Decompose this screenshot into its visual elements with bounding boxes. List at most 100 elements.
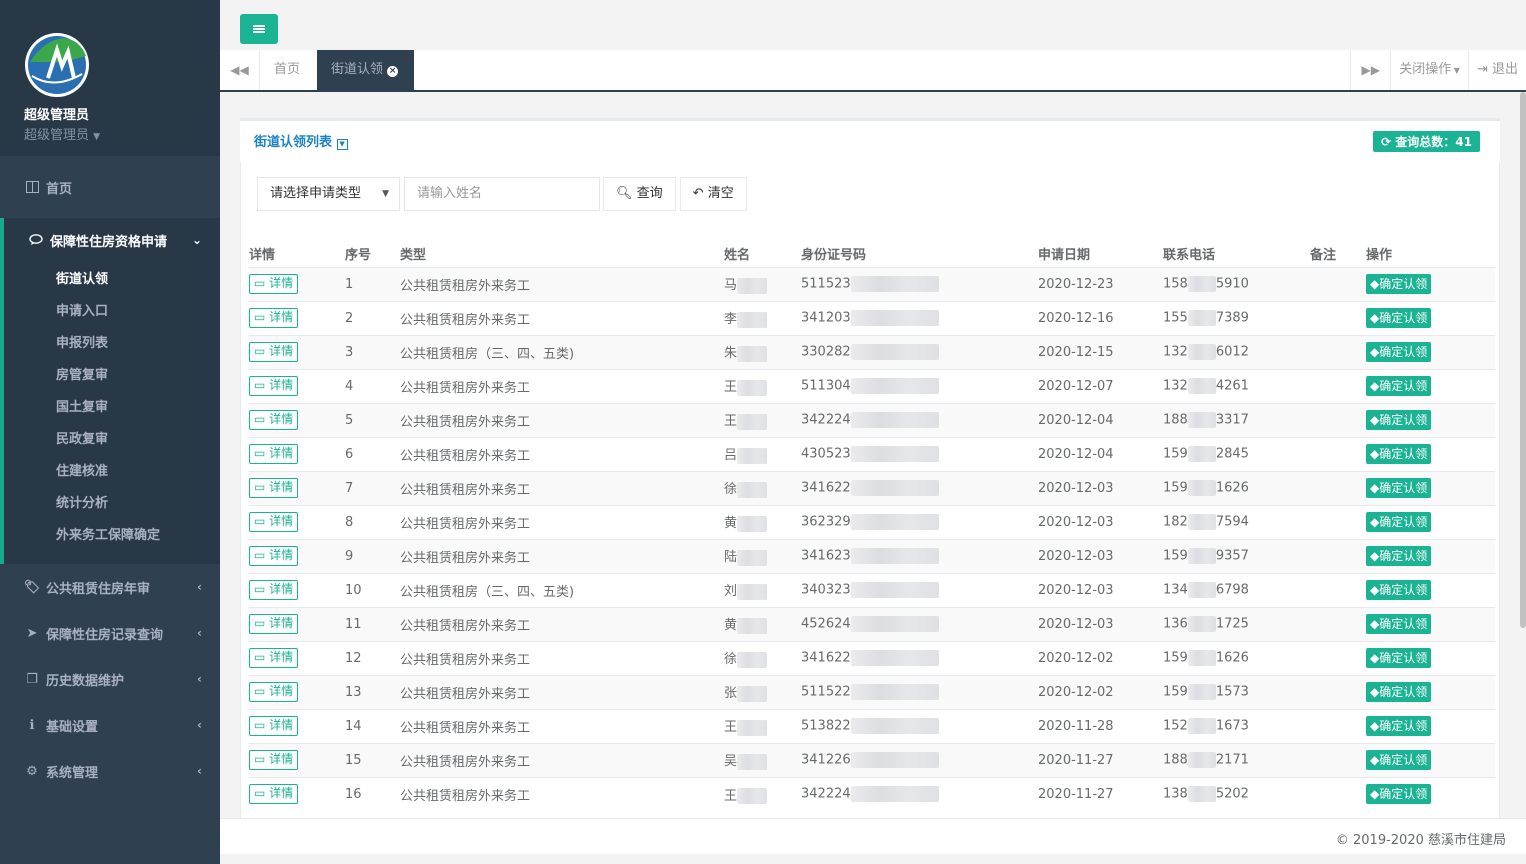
redacted-mask [737,753,768,770]
row-type: 公共租赁租房（三、四、五类) [400,572,724,607]
action-cell: ◆确定认领 [1366,402,1495,437]
confirm-claim-button[interactable]: ◆确定认领 [1366,648,1432,668]
sidebar-sub-item[interactable]: 民政复审 [4,424,220,456]
column-header: 操作 [1366,240,1495,268]
row-remark [1310,742,1366,777]
sidebar-group-label: 公共租赁住房年审 [46,581,151,597]
confirm-claim-button[interactable]: ◆确定认领 [1366,784,1432,805]
row-id: 341203 [801,310,851,326]
row-remark [1310,708,1366,743]
column-header: 姓名 [724,240,801,268]
redacted-mask [1187,718,1216,734]
detail-button[interactable]: ▭ 详情 [249,376,299,396]
sidebar-sub-item[interactable]: 国土复审 [4,392,220,424]
detail-button[interactable]: ▭ 详情 [249,478,299,498]
list-title: 街道认领列表 ▼ [254,131,348,150]
page-scrollbar[interactable] [1520,92,1526,628]
action-cell: ◆确定认领 [1366,606,1495,641]
detail-button[interactable]: ▭ 详情 [249,784,299,805]
redacted-mask [850,276,939,292]
detail-button[interactable]: ▭ 详情 [249,750,299,770]
detail-button[interactable]: ▭ 详情 [249,444,299,464]
sidebar-sub-item[interactable]: 申报列表 [4,328,220,360]
sidebar-sub-item[interactable]: 外来务工保障确定 [4,520,220,552]
confirm-claim-button[interactable]: ◆确定认领 [1366,444,1432,464]
row-phone-cell: 159 2845 [1163,436,1310,471]
tab-bar-right: ▶▶ 关闭操作 ▼ ⇥ 退出 [1350,50,1526,90]
confirm-claim-button[interactable]: ◆确定认领 [1366,682,1432,702]
row-id: 340323 [801,582,851,598]
close-icon[interactable]: × [387,66,399,77]
detail-button[interactable]: ▭ 详情 [249,512,299,532]
row-remark [1310,776,1366,811]
detail-button[interactable]: ▭ 详情 [249,648,299,668]
confirm-claim-button[interactable]: ◆确定认领 [1366,410,1432,430]
row-phone-suffix: 6012 [1215,344,1249,360]
name-search-input[interactable]: 请输入姓名 [404,177,600,211]
detail-button[interactable]: ▭ 详情 [249,614,299,634]
detail-label: 详情 [269,446,294,460]
column-header: 详情 [249,240,345,268]
confirm-claim-button[interactable]: ◆确定认领 [1366,308,1432,328]
confirm-claim-button[interactable]: ◆确定认领 [1366,376,1432,396]
application-type-select[interactable]: 请选择申请类型 ▼ [257,177,400,211]
column-header: 身份证号码 [801,240,1038,268]
logout-button[interactable]: ⇥ 退出 [1467,50,1526,90]
sidebar-sub-item[interactable]: 房管复审 [4,360,220,392]
detail-button[interactable]: ▭ 详情 [249,342,299,362]
row-id-cell: 342224 [801,776,1038,811]
confirm-claim-button[interactable]: ◆确定认领 [1366,512,1432,532]
detail-button[interactable]: ▭ 详情 [249,716,299,736]
sidebar-group-item[interactable]: 🏷︎ 公共租赁住房年审 ‹ [0,564,220,610]
confirm-claim-button[interactable]: ◆确定认领 [1366,478,1432,498]
confirm-claim-button[interactable]: ◆确定认领 [1366,274,1432,294]
redacted-mask [850,786,939,803]
sidebar-group-item[interactable]: ➤ 保障性住房记录查询 ‹ [0,610,220,656]
confirm-claim-button[interactable]: ◆确定认领 [1366,614,1432,634]
sidebar-group-item[interactable]: ❐ 历史数据维护 ‹ [0,656,220,702]
confirm-claim-button[interactable]: ◆确定认领 [1366,750,1432,770]
row-name: 徐 [724,652,738,668]
nav-home[interactable]: 首页 [0,156,220,218]
detail-button[interactable]: ▭ 详情 [249,274,299,294]
row-phone-cell: 159 1573 [1163,674,1310,709]
menu-toggle-button[interactable] [240,14,278,44]
profile-role-dropdown[interactable]: 超级管理员 ▼ [24,124,220,143]
clear-button[interactable]: ↶ 清空 [679,177,747,211]
row-date: 2020-12-04 [1038,436,1163,471]
sidebar-group-item[interactable]: ⚙ 系统管理 ‹ [0,748,220,794]
detail-button[interactable]: ▭ 详情 [249,308,299,328]
detail-button[interactable]: ▭ 详情 [249,580,299,600]
detail-button[interactable]: ▭ 详情 [249,410,299,430]
detail-button[interactable]: ▭ 详情 [249,682,299,702]
sidebar-sub-item[interactable]: 街道认领 [4,264,220,296]
tag-icon: ◆ [1370,515,1380,529]
detail-label: 详情 [269,310,294,324]
row-id-cell: 341622 [801,470,1038,505]
tab-home[interactable]: 首页 [260,50,314,90]
sidebar-sub-item[interactable]: 申请入口 [4,296,220,328]
collapse-icon[interactable]: ▼ [336,139,348,150]
sidebar-group-label: 保障性住房记录查询 [46,627,164,643]
chevron-left-icon: ‹ [197,764,202,778]
scroll-tabs-right-button[interactable]: ▶▶ [1350,50,1390,90]
confirm-claim-button[interactable]: ◆确定认领 [1366,546,1432,566]
row-remark [1310,436,1366,471]
row-name-cell: 陆 [724,538,801,573]
sidebar-sub-item[interactable]: 住建核准 [4,456,220,488]
search-button[interactable]: 🔍︎ 查询 [603,177,676,211]
tab-current[interactable]: 街道认领 × [317,50,414,90]
close-operations-dropdown[interactable]: 关闭操作 ▼ [1390,50,1468,90]
row-date: 2020-12-16 [1038,300,1163,335]
confirm-claim-button[interactable]: ◆确定认领 [1366,342,1432,362]
confirm-claim-button[interactable]: ◆确定认领 [1366,716,1432,736]
detail-button[interactable]: ▭ 详情 [249,546,299,566]
scroll-tabs-left-button[interactable]: ◀◀ [220,50,260,90]
redacted-mask [1187,684,1216,700]
sidebar-group-item[interactable]: ℹ 基础设置 ‹ [0,702,220,748]
confirm-claim-button[interactable]: ◆确定认领 [1366,580,1432,600]
sidebar-sub-item[interactable]: 统计分析 [4,488,220,520]
row-remark [1310,606,1366,641]
nav-group-housing-application-toggle[interactable]: 保障性住房资格申请 ⌄ [4,218,220,262]
action-cell: ◆确定认领 [1366,504,1495,539]
